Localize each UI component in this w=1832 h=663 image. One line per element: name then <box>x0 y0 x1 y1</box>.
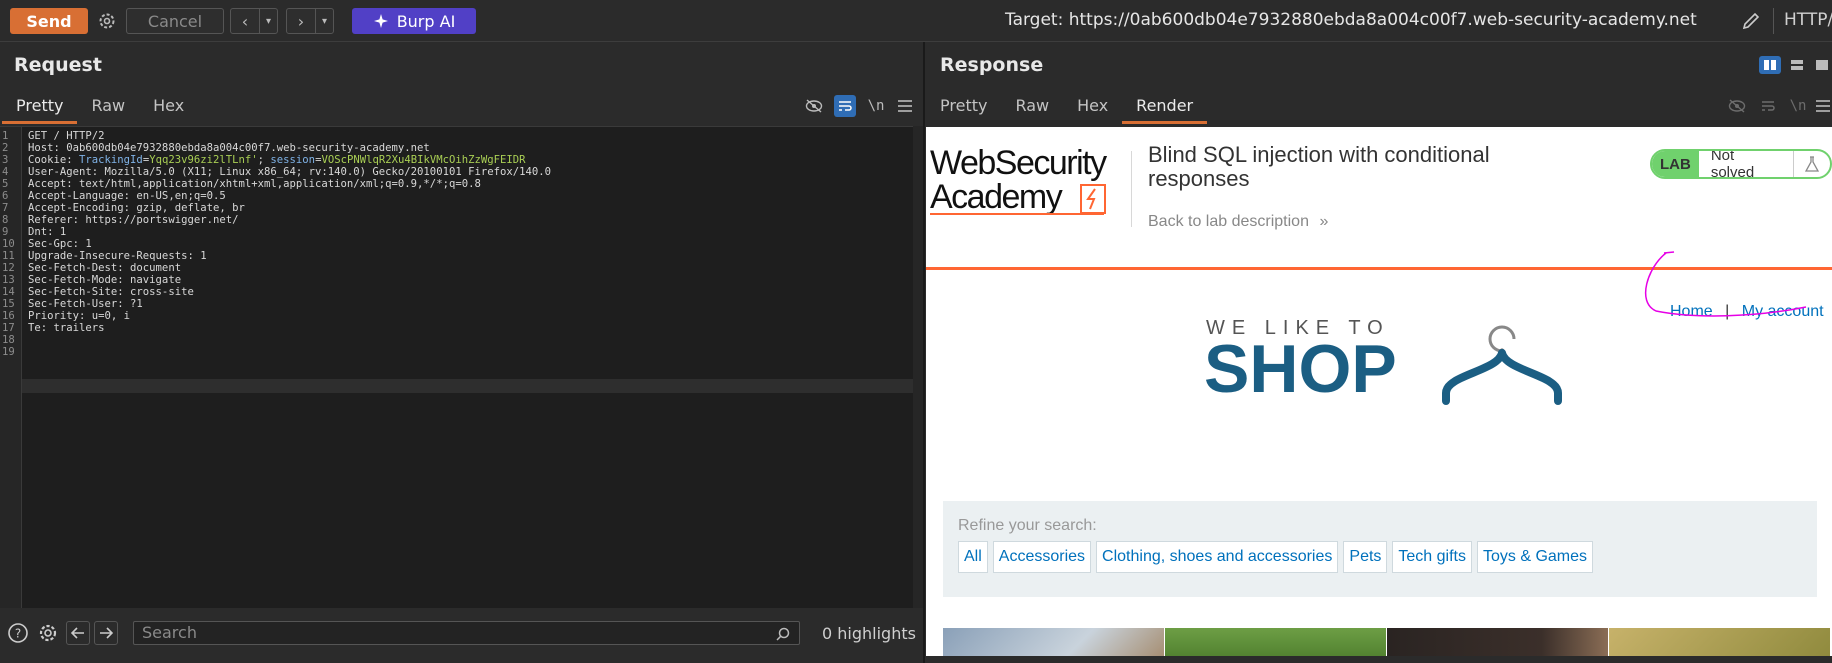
logo-line-1: WebSecurity <box>930 144 1107 182</box>
toolbar-separator <box>1773 8 1774 34</box>
annotation-scribble <box>1644 251 1807 317</box>
toolbar: Send Cancel ‹ ▾ › ▾ Burp AI Target: http… <box>0 0 1832 42</box>
category-pets[interactable]: Pets <box>1343 541 1388 573</box>
lab-title: Blind SQL injection with conditional res… <box>1148 142 1490 191</box>
request-tabs: Pretty Raw Hex <box>2 88 198 124</box>
tab-pretty[interactable]: Pretty <box>926 88 1001 124</box>
http-protocol-selector[interactable]: HTTP/ <box>1784 10 1832 30</box>
send-settings-gear-icon[interactable] <box>95 9 119 33</box>
lab-label: LAB <box>1652 151 1699 177</box>
request-bottom-bar: ? Search 0 highlights <box>0 616 923 648</box>
burp-ai-label: Burp AI <box>396 11 456 31</box>
chevron-down-icon[interactable]: ▾ <box>259 9 277 33</box>
layout-stacked-icon[interactable] <box>1786 56 1808 74</box>
menu-icon[interactable] <box>894 96 916 116</box>
layout-side-by-side-icon[interactable] <box>1759 56 1781 74</box>
search-icon[interactable] <box>774 625 792 643</box>
response-tabs: Pretty Raw Hex Render <box>926 88 1208 124</box>
hide-non-printable-eye-icon <box>1727 96 1747 116</box>
double-chevron-right-icon: » <box>1319 213 1329 230</box>
line-text: Te: trailers <box>28 322 105 334</box>
send-button[interactable]: Send <box>10 8 88 34</box>
hide-non-printable-eye-icon[interactable] <box>803 96 825 116</box>
svg-text:?: ? <box>15 627 21 641</box>
edit-target-pencil-icon[interactable] <box>1740 10 1762 32</box>
rendered-response-view[interactable]: WebSecurity Academy Blind SQL injection … <box>926 127 1832 660</box>
category-tech-gifts[interactable]: Tech gifts <box>1392 541 1472 573</box>
logo-underline <box>930 213 1104 215</box>
category-all[interactable]: All <box>958 541 988 573</box>
tab-pretty[interactable]: Pretty <box>2 88 78 124</box>
category-toys-games[interactable]: Toys & Games <box>1477 541 1594 573</box>
clothes-hanger-icon <box>1442 325 1562 405</box>
back-link-label: Back to lab description <box>1148 213 1309 230</box>
lab-status-badge: LAB Not solved <box>1650 149 1832 179</box>
request-editor[interactable]: 1 GET / HTTP/2 2 Host: 0ab600db04e7932880eb… <box>0 126 913 608</box>
newline-toggle-icon: \n <box>1789 98 1807 114</box>
hero-big-text: SHOP <box>1204 331 1397 407</box>
word-wrap-icon <box>1758 96 1778 116</box>
current-line-highlight <box>22 379 913 393</box>
shop-hero-banner: WE LIKE TO SHOP <box>1204 317 1586 407</box>
next-match-arrow-icon[interactable] <box>94 621 118 645</box>
tab-raw[interactable]: Raw <box>1001 88 1063 124</box>
tab-hex[interactable]: Hex <box>1063 88 1122 124</box>
refine-search-box: Refine your search: All Accessories Clot… <box>943 501 1817 597</box>
search-settings-gear-icon[interactable] <box>36 621 60 645</box>
target-url: Target: https://0ab600db04e7932880ebda8a… <box>1005 10 1697 30</box>
category-accessories[interactable]: Accessories <box>992 541 1092 573</box>
refine-label: Refine your search: <box>958 517 1097 534</box>
chevron-left-icon[interactable]: ‹ <box>231 9 259 33</box>
word-wrap-icon[interactable] <box>834 95 856 117</box>
menu-icon[interactable] <box>1814 96 1832 116</box>
category-filters: All Accessories Clothing, shoes and acce… <box>958 541 1594 573</box>
cancel-button[interactable]: Cancel <box>126 8 224 34</box>
newline-toggle-icon[interactable]: \n <box>864 96 888 116</box>
history-forward-group: › ▾ <box>286 8 334 34</box>
burp-ai-button[interactable]: Burp AI <box>352 8 476 34</box>
request-panel-title: Request <box>14 54 102 76</box>
header-separator <box>1131 151 1132 227</box>
tab-render[interactable]: Render <box>1122 88 1208 124</box>
response-panel-title: Response <box>940 54 1044 76</box>
help-icon[interactable]: ? <box>6 621 30 645</box>
chevron-down-icon[interactable]: ▾ <box>315 9 333 33</box>
tab-hex[interactable]: Hex <box>139 88 198 124</box>
chevron-right-icon[interactable]: › <box>287 9 315 33</box>
highlights-count: 0 highlights <box>822 624 916 643</box>
search-input[interactable]: Search <box>133 621 800 645</box>
line-number: 19 <box>2 346 15 358</box>
back-to-lab-description-link[interactable]: Back to lab description » <box>1148 213 1328 231</box>
flask-icon <box>1794 151 1830 177</box>
tab-raw[interactable]: Raw <box>77 88 139 124</box>
academy-bolt-icon <box>1080 184 1106 214</box>
panel-divider[interactable] <box>923 42 925 663</box>
category-clothing[interactable]: Clothing, shoes and accessories <box>1096 541 1339 573</box>
previous-match-arrow-icon[interactable] <box>66 621 90 645</box>
request-scrollbar[interactable] <box>913 126 923 608</box>
response-footer-strip <box>926 656 1832 663</box>
lab-status: Not solved <box>1699 151 1795 177</box>
sparkle-icon <box>373 14 388 28</box>
history-back-group: ‹ ▾ <box>230 8 278 34</box>
layout-tabs-icon[interactable] <box>1812 56 1832 74</box>
